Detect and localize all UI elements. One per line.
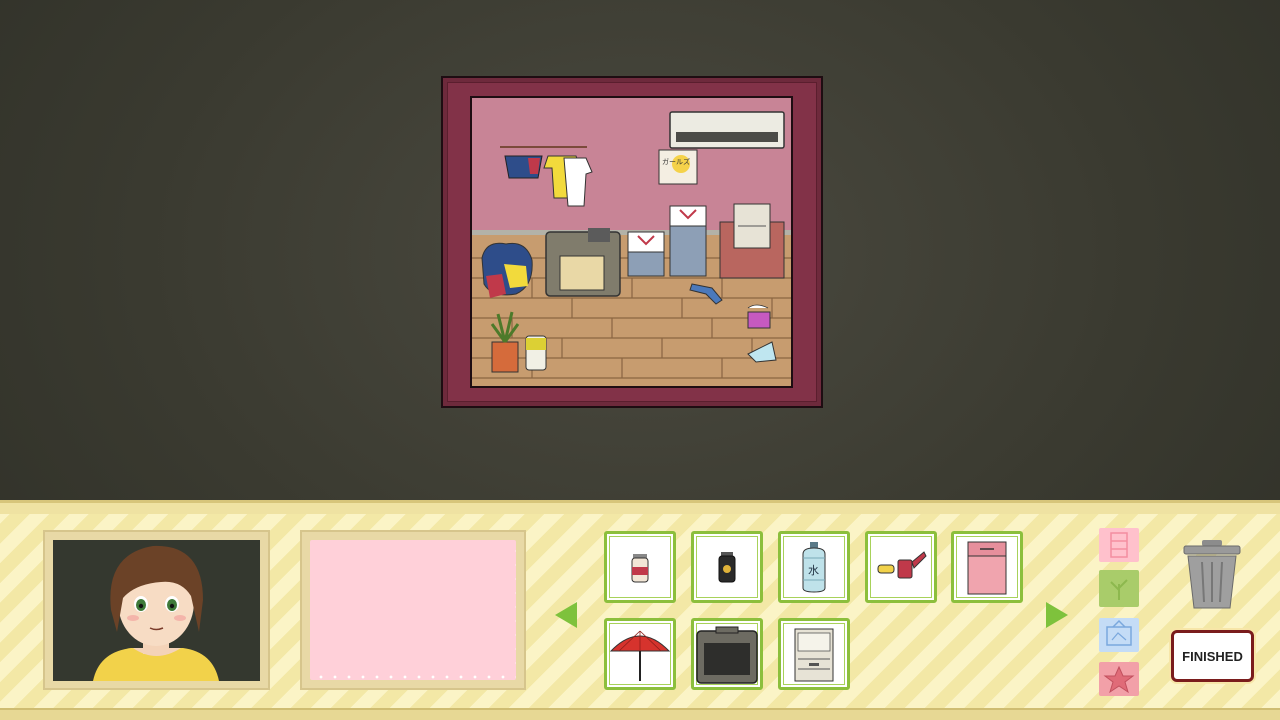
category-tab-cabinet[interactable] [1099,528,1139,562]
description-note [310,540,516,680]
trash-can-icon[interactable] [1180,540,1244,612]
character-portrait [53,540,260,681]
plant-category-icon [1110,579,1128,600]
bottom-panel-top-trim [0,500,1280,514]
poster-text: ガールズ [662,157,690,166]
inventory-slot-dark-canister[interactable] [691,531,763,603]
dark-canister-icon [718,552,736,583]
room-view[interactable]: ガールズ [470,96,793,388]
grey-drawer-cabinet-icon [794,628,834,682]
picture-category-icon [1106,619,1132,646]
spice-jar-icon [631,554,649,583]
inventory-slot-spice-jar[interactable] [604,531,676,603]
inventory-slot-red-parasol[interactable] [604,618,676,690]
water-bottle-label: 水 [808,564,819,577]
water-bottle-icon: 水 [802,542,826,593]
category-tab-star[interactable] [1099,662,1139,696]
bottom-panel-bottom-trim [0,708,1280,720]
category-tab-plant[interactable] [1099,570,1139,607]
category-tab-picture[interactable] [1099,618,1139,652]
star-category-icon [1103,665,1135,694]
spray-can-icon [877,551,927,579]
pink-cabinet-icon [967,541,1007,595]
crt-tv-icon [696,626,758,684]
inventory-slot-crt-tv[interactable] [691,618,763,690]
next-page-arrow[interactable] [1046,602,1068,628]
previous-page-arrow[interactable] [555,602,577,628]
red-parasol-icon [609,630,671,681]
note-content [318,548,508,672]
finished-button[interactable]: FINISHED [1171,630,1254,682]
cabinet-category-icon [1110,532,1128,558]
inventory-slot-spray-can[interactable] [865,531,937,603]
inventory-slot-pink-cabinet[interactable] [951,531,1023,603]
inventory-slot-water-bottle[interactable]: 水 [778,531,850,603]
inventory-slot-drawer-cabinet[interactable] [778,618,850,690]
